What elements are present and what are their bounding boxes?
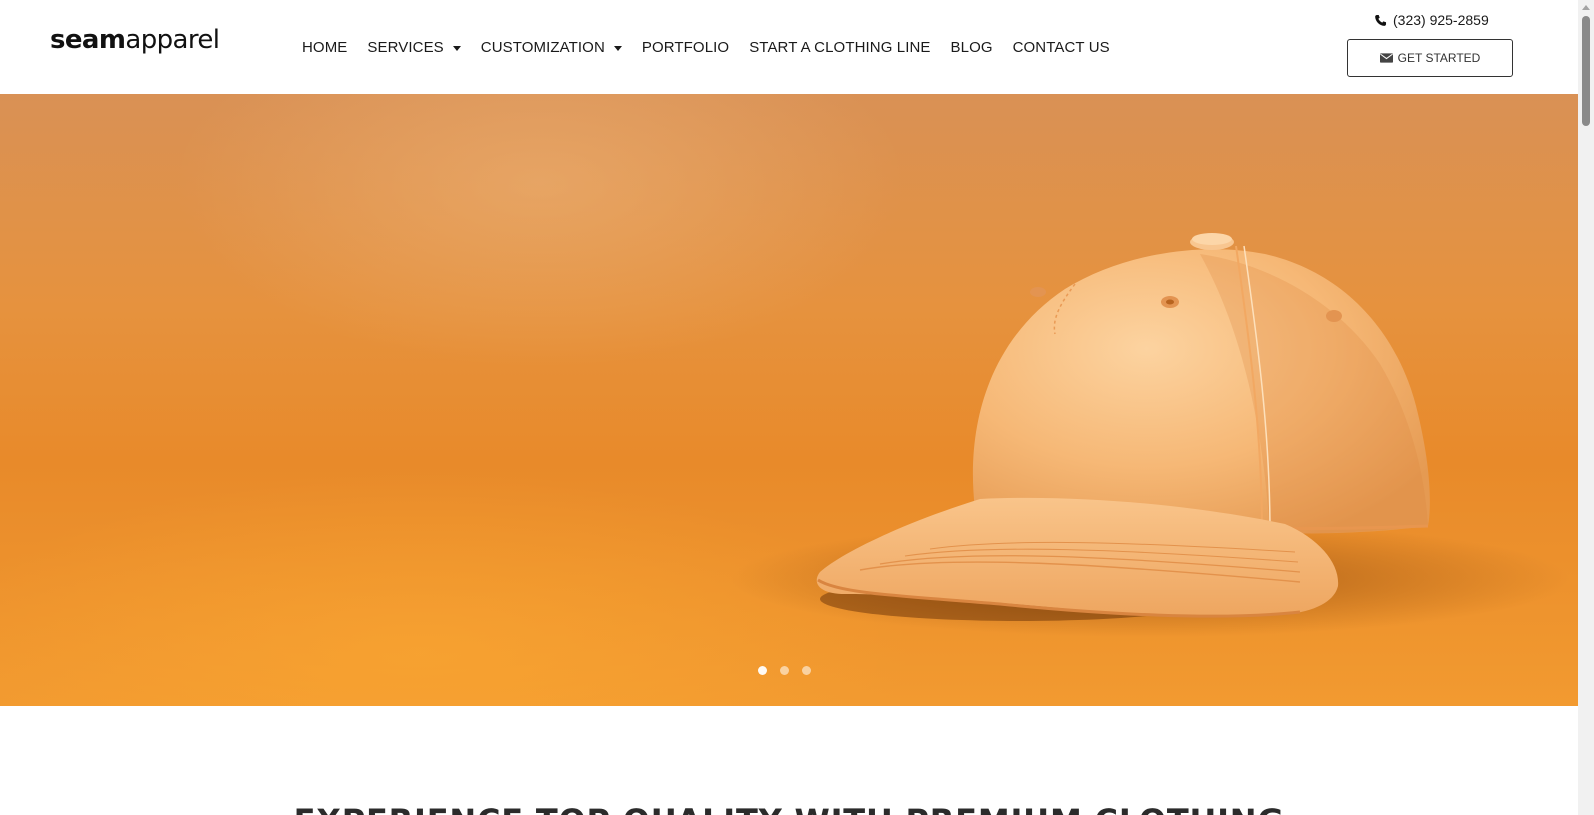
nav-item-contact-us[interactable]: CONTACT US bbox=[1013, 39, 1110, 56]
nav-item-label: BLOG bbox=[950, 38, 993, 56]
cap-image bbox=[730, 233, 1570, 637]
vertical-scrollbar[interactable] bbox=[1578, 0, 1594, 815]
main-nav: HOME SERVICES CUSTOMIZATION PORTFOLIO START … bbox=[302, 36, 1110, 58]
nav-item-home[interactable]: HOME bbox=[302, 39, 347, 56]
envelope-icon bbox=[1379, 53, 1393, 63]
nav-item-label: PORTFOLIO bbox=[641, 38, 730, 56]
nav-item-start-a-clothing-line[interactable]: START A CLOTHING LINE bbox=[749, 39, 930, 56]
page: seamapparel HOME SERVICES CUSTOMIZATION POR… bbox=[0, 0, 1594, 815]
phone-number: (323) 925-2859 bbox=[1393, 12, 1489, 28]
phone-icon bbox=[1375, 14, 1387, 26]
hero-slider bbox=[0, 94, 1578, 706]
nav-item-customization[interactable]: CUSTOMIZATION bbox=[481, 39, 622, 56]
nav-item-label: CUSTOMIZATION bbox=[480, 38, 605, 56]
get-started-label: GET STARTED bbox=[1397, 51, 1481, 65]
site-header: seamapparel HOME SERVICES CUSTOMIZATION POR… bbox=[0, 0, 1578, 94]
logo-bold-text: seam bbox=[50, 25, 126, 55]
caret-down-icon[interactable] bbox=[613, 45, 622, 51]
carousel-dot-3[interactable] bbox=[802, 666, 811, 675]
nav-item-services[interactable]: SERVICES bbox=[367, 38, 461, 56]
nav-item-label: SERVICES bbox=[367, 38, 444, 56]
nav-item-label: HOME bbox=[302, 38, 348, 56]
caret-down-icon[interactable] bbox=[452, 45, 461, 51]
phone-link[interactable]: (323) 925-2859 bbox=[1374, 12, 1489, 28]
get-started-button[interactable]: GET STARTED bbox=[1347, 39, 1513, 77]
carousel-dot-2[interactable] bbox=[780, 666, 789, 675]
nav-item-label: CONTACT US bbox=[1012, 38, 1110, 56]
nav-item-blog[interactable]: BLOG bbox=[951, 39, 993, 56]
carousel-dot-1[interactable] bbox=[758, 666, 767, 675]
section-headline: EXPERIENCE TOP QUALITY WITH PREMIUM CLOT… bbox=[0, 795, 1578, 815]
site-logo[interactable]: seamapparel bbox=[50, 20, 220, 60]
scroll-thumb[interactable] bbox=[1582, 16, 1590, 126]
nav-item-label: START A CLOTHING LINE bbox=[749, 38, 931, 56]
logo-light-text: apparel bbox=[125, 25, 220, 55]
carousel-dots bbox=[758, 666, 811, 675]
nav-item-portfolio[interactable]: PORTFOLIO bbox=[642, 39, 729, 56]
scroll-up-arrow-icon[interactable] bbox=[1582, 5, 1590, 10]
